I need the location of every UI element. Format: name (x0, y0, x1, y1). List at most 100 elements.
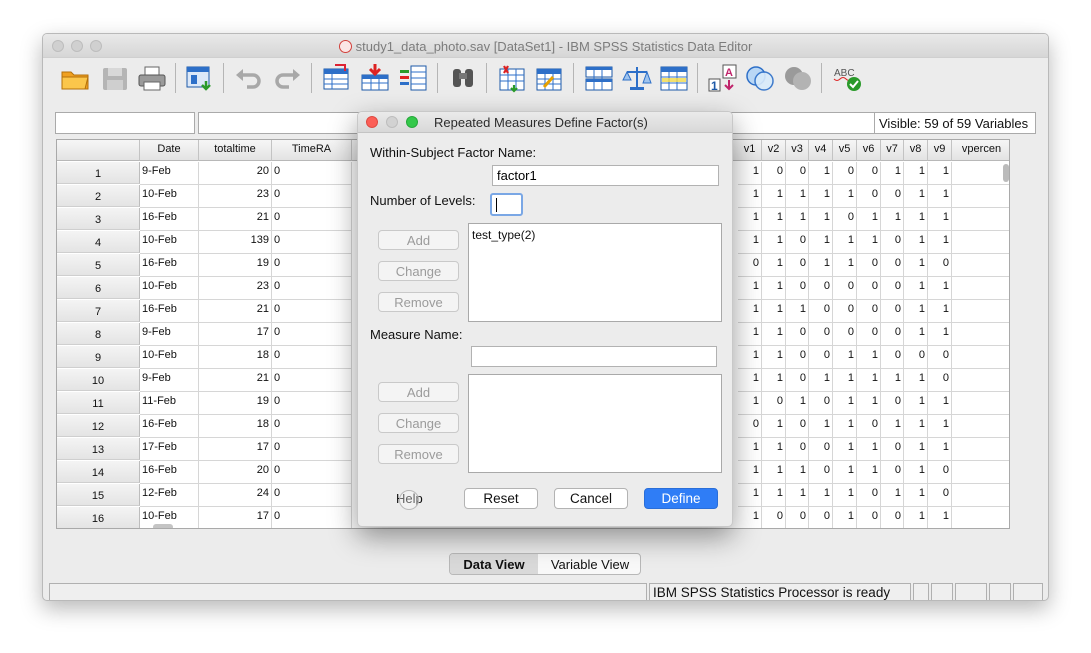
column-header[interactable]: v7 (881, 140, 904, 161)
cell-value[interactable]: 1 (786, 484, 809, 507)
column-header[interactable]: v4 (809, 140, 833, 161)
cell-value[interactable]: 1 (928, 208, 952, 231)
cell-value[interactable]: 1 (881, 369, 904, 392)
cell-date[interactable]: 10-Feb (140, 277, 199, 300)
cell-value[interactable]: 0 (786, 369, 809, 392)
tab-variable-view[interactable]: Variable View (538, 554, 640, 574)
cell-value[interactable]: 1 (857, 369, 881, 392)
cell-value[interactable]: 0 (857, 254, 881, 277)
row-number[interactable]: 10 (57, 369, 140, 391)
cell-timera[interactable]: 0 (272, 415, 352, 438)
vertical-scroll-thumb[interactable] (1003, 164, 1009, 182)
cell-value[interactable]: 0 (786, 346, 809, 369)
cell-value[interactable]: 0 (904, 346, 928, 369)
cell-value[interactable]: 1 (833, 254, 857, 277)
cell-timera[interactable]: 0 (272, 438, 352, 461)
row-number[interactable]: 8 (57, 323, 140, 345)
cell-value[interactable]: 0 (786, 323, 809, 346)
split-file-icon[interactable] (583, 63, 615, 93)
row-number[interactable]: 6 (57, 277, 140, 299)
cell-date[interactable]: 9-Feb (140, 369, 199, 392)
cell-value[interactable]: 1 (786, 300, 809, 323)
tab-data-view[interactable]: Data View (450, 554, 538, 574)
cell-value[interactable]: 1 (762, 208, 786, 231)
cell-value[interactable]: 1 (762, 369, 786, 392)
cell-totaltime[interactable]: 18 (199, 415, 272, 438)
factor-add-button[interactable]: Add (378, 230, 459, 250)
cell-totaltime[interactable]: 23 (199, 185, 272, 208)
go-to-variable-icon[interactable] (359, 63, 391, 93)
row-number[interactable]: 9 (57, 346, 140, 368)
cell-value[interactable]: 0 (786, 438, 809, 461)
cell-date[interactable]: 16-Feb (140, 415, 199, 438)
row-number[interactable]: 2 (57, 185, 140, 207)
cell-timera[interactable]: 0 (272, 300, 352, 323)
cell-value[interactable]: 1 (833, 392, 857, 415)
cell-value[interactable]: 1 (762, 231, 786, 254)
row-number[interactable]: 16 (57, 507, 140, 528)
cell-value[interactable]: 1 (904, 277, 928, 300)
cell-value[interactable]: 0 (928, 484, 952, 507)
cell-value[interactable]: 1 (809, 415, 833, 438)
column-header[interactable]: totaltime (199, 140, 272, 161)
cell-value[interactable]: 1 (738, 277, 762, 300)
cell-value[interactable]: 0 (881, 438, 904, 461)
column-header[interactable]: Date (140, 140, 199, 161)
cell-totaltime[interactable]: 17 (199, 507, 272, 528)
cell-value[interactable]: 1 (786, 461, 809, 484)
cell-value[interactable]: 0 (786, 415, 809, 438)
cell-totaltime[interactable]: 19 (199, 254, 272, 277)
cell-value[interactable]: 1 (904, 507, 928, 528)
row-number[interactable]: 1 (57, 162, 140, 184)
column-header[interactable]: v3 (786, 140, 809, 161)
levels-field[interactable] (490, 193, 523, 216)
cell-value[interactable]: 1 (738, 346, 762, 369)
cell-value[interactable]: 1 (809, 484, 833, 507)
cell-value[interactable]: 1 (904, 392, 928, 415)
cell-value[interactable]: 1 (904, 231, 928, 254)
cell-totaltime[interactable]: 20 (199, 461, 272, 484)
cell-value[interactable]: 0 (833, 162, 857, 185)
open-folder-icon[interactable] (59, 63, 91, 93)
cell-value[interactable]: 1 (786, 185, 809, 208)
cell-value[interactable]: 1 (833, 369, 857, 392)
cell-value[interactable]: 1 (762, 300, 786, 323)
cell-value[interactable]: 1 (928, 185, 952, 208)
insert-variable-icon[interactable] (533, 63, 565, 93)
cell-date[interactable]: 16-Feb (140, 300, 199, 323)
cell-value[interactable]: 0 (809, 346, 833, 369)
variables-icon[interactable] (397, 63, 429, 93)
cell-value[interactable]: 1 (904, 484, 928, 507)
cell-value[interactable]: 1 (738, 461, 762, 484)
cell-value[interactable]: 0 (857, 277, 881, 300)
cell-value[interactable]: 1 (904, 185, 928, 208)
cell-value[interactable]: 0 (928, 254, 952, 277)
use-sets-icon[interactable] (744, 63, 776, 93)
spell-check-icon[interactable]: ABC (832, 63, 864, 93)
cell-date[interactable]: 10-Feb (140, 346, 199, 369)
cell-value[interactable]: 1 (928, 415, 952, 438)
weight-cases-icon[interactable] (621, 63, 653, 93)
cell-timera[interactable]: 0 (272, 231, 352, 254)
factor-list[interactable]: test_type(2) (468, 223, 722, 322)
cell-value[interactable]: 1 (928, 392, 952, 415)
cell-date[interactable]: 10-Feb (140, 185, 199, 208)
cell-value[interactable]: 0 (857, 185, 881, 208)
cell-totaltime[interactable]: 24 (199, 484, 272, 507)
cell-value[interactable]: 0 (881, 254, 904, 277)
row-number[interactable]: 14 (57, 461, 140, 483)
cell-value[interactable]: 0 (881, 507, 904, 528)
cell-value[interactable]: 1 (904, 254, 928, 277)
cell-value[interactable]: 0 (809, 323, 833, 346)
cell-value[interactable]: 1 (833, 507, 857, 528)
cell-value[interactable]: 1 (928, 507, 952, 528)
cell-value[interactable]: 0 (833, 208, 857, 231)
cell-value[interactable]: 1 (738, 323, 762, 346)
measure-remove-button[interactable]: Remove (378, 444, 459, 464)
cell-totaltime[interactable]: 17 (199, 323, 272, 346)
cell-timera[interactable]: 0 (272, 484, 352, 507)
cell-totaltime[interactable]: 139 (199, 231, 272, 254)
factor-name-field[interactable] (492, 165, 719, 186)
cell-value[interactable]: 1 (762, 438, 786, 461)
cell-value[interactable]: 1 (738, 300, 762, 323)
